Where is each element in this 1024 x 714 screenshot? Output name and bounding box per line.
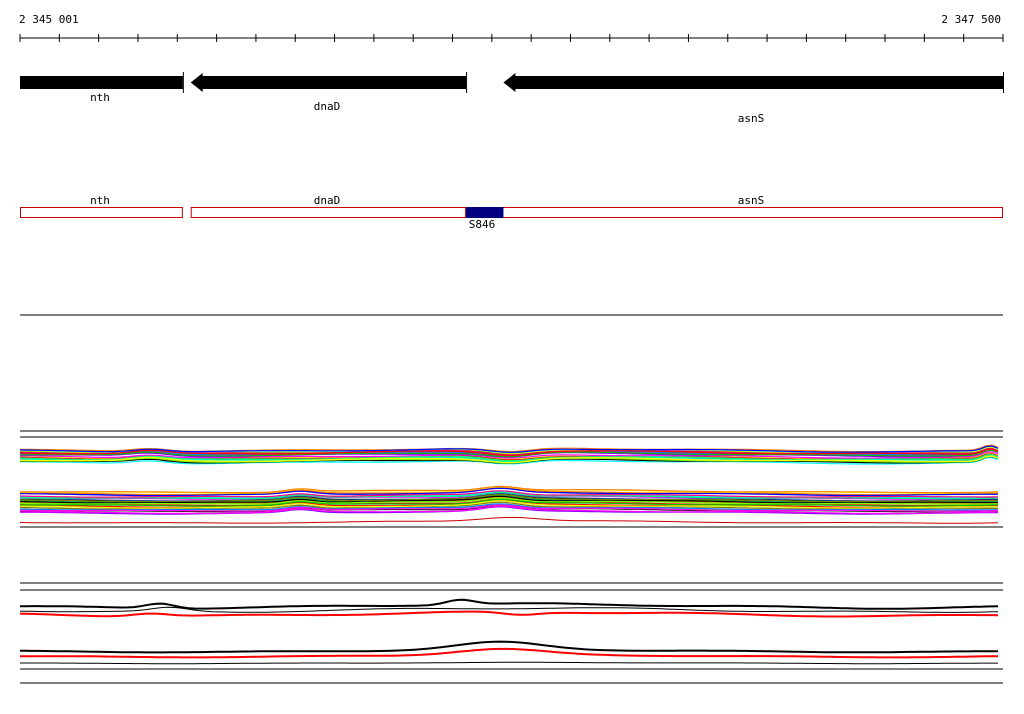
region-box-asnS[interactable] [466, 207, 1004, 218]
gene-arrow-dnaD[interactable] [190, 73, 467, 92]
expression-series-red [19, 516, 999, 524]
region-box-nth[interactable] [20, 207, 183, 218]
expression-track-summary [19, 582, 1003, 684]
summary-baseline [20, 661, 998, 665]
coordinate-ruler [19, 34, 1004, 42]
region-track [20, 207, 1004, 218]
summary-series-black-lower [20, 640, 998, 654]
feature-box-s846[interactable] [466, 207, 504, 218]
genome-browser-canvas [19, 34, 1004, 684]
summary-series-red-upper [19, 610, 999, 618]
gene-arrow-asnS[interactable] [503, 73, 1003, 92]
gene-arrow-nth[interactable] [20, 76, 183, 89]
gene-annotation-track [20, 72, 1004, 93]
region-box-dnaD[interactable] [190, 207, 467, 218]
expression-track-multi [19, 430, 1003, 528]
